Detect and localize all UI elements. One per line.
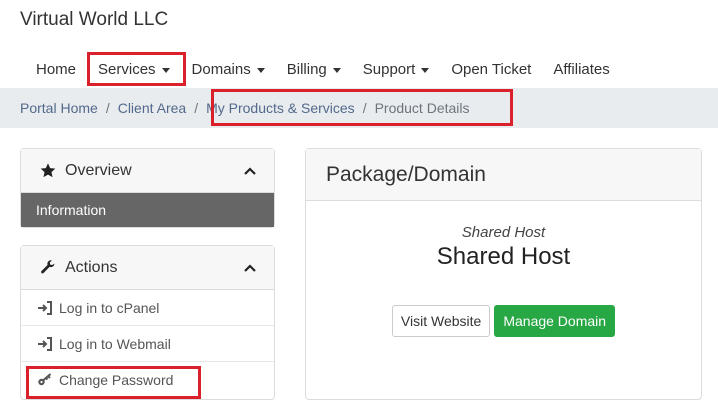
breadcrumb-separator: / (194, 100, 199, 116)
visit-website-button[interactable]: Visit Website (391, 305, 491, 337)
nav-support[interactable]: Support (353, 52, 440, 86)
nav-domains[interactable]: Domains (182, 52, 275, 86)
nav-affiliates[interactable]: Affiliates (543, 52, 619, 86)
overview-panel: Overview Information (20, 148, 275, 228)
package-group: Shared Host (461, 224, 546, 241)
caret-down-icon (332, 67, 341, 73)
action-login-webmail[interactable]: Log in to Webmail (21, 326, 274, 362)
nav-support-label: Support (362, 60, 416, 78)
overview-title: Overview (65, 161, 132, 179)
star-icon (40, 163, 56, 178)
action-change-password[interactable]: Change Password (21, 362, 274, 398)
breadcrumb-bar: Portal Home / Client Area / My Products … (0, 88, 718, 128)
nav-services[interactable]: Services (88, 52, 180, 86)
nav-services-label: Services (98, 60, 156, 78)
chevron-up-icon[interactable] (244, 263, 256, 272)
caret-down-icon (421, 67, 430, 73)
breadcrumb-portal-home[interactable]: Portal Home (20, 100, 98, 116)
nav-home-label: Home (36, 60, 77, 78)
overview-panel-header[interactable]: Overview (21, 149, 274, 193)
breadcrumb-my-products[interactable]: My Products & Services (206, 100, 355, 116)
main-nav: Home Services Domains Billing Support Op… (26, 52, 622, 86)
wrench-icon (41, 260, 55, 274)
card-body: Shared Host Shared Host Visit Website Ma… (306, 224, 701, 337)
nav-open-ticket[interactable]: Open Ticket (441, 52, 541, 86)
actions-panel: Actions Log in to cPanel Log in to Webma… (20, 245, 275, 400)
breadcrumb: Portal Home / Client Area / My Products … (20, 88, 470, 128)
nav-domains-label: Domains (191, 60, 251, 78)
package-domain-card: Package/Domain Shared Host Shared Host V… (305, 148, 702, 400)
breadcrumb-separator: / (105, 100, 110, 116)
package-name: Shared Host (436, 243, 571, 270)
sign-in-icon (38, 336, 52, 351)
chevron-up-icon[interactable] (244, 166, 256, 175)
nav-billing-label: Billing (286, 60, 327, 78)
action-login-cpanel[interactable]: Log in to cPanel (21, 290, 274, 326)
nav-open-ticket-label: Open Ticket (451, 60, 532, 78)
caret-down-icon (161, 67, 170, 73)
nav-billing[interactable]: Billing (277, 52, 351, 86)
sidebar-item-information[interactable]: Information (21, 193, 274, 227)
manage-domain-button[interactable]: Manage Domain (494, 305, 616, 337)
actions-title: Actions (65, 258, 118, 276)
nav-affiliates-label: Affiliates (553, 60, 610, 78)
card-button-row: Visit Website Manage Domain (306, 305, 701, 337)
nav-home[interactable]: Home (26, 52, 86, 86)
breadcrumb-client-area[interactable]: Client Area (118, 100, 186, 116)
breadcrumb-product-details: Product Details (374, 100, 470, 116)
action-login-webmail-label: Log in to Webmail (59, 335, 171, 352)
card-title: Package/Domain (306, 149, 701, 201)
action-login-cpanel-label: Log in to cPanel (59, 299, 160, 316)
brand-name[interactable]: Virtual World LLC (20, 9, 168, 31)
caret-down-icon (256, 67, 265, 73)
action-change-password-label: Change Password (59, 372, 174, 388)
breadcrumb-separator: / (362, 100, 367, 116)
actions-panel-header[interactable]: Actions (21, 246, 274, 290)
key-icon (38, 373, 52, 386)
sign-in-icon (38, 300, 52, 315)
